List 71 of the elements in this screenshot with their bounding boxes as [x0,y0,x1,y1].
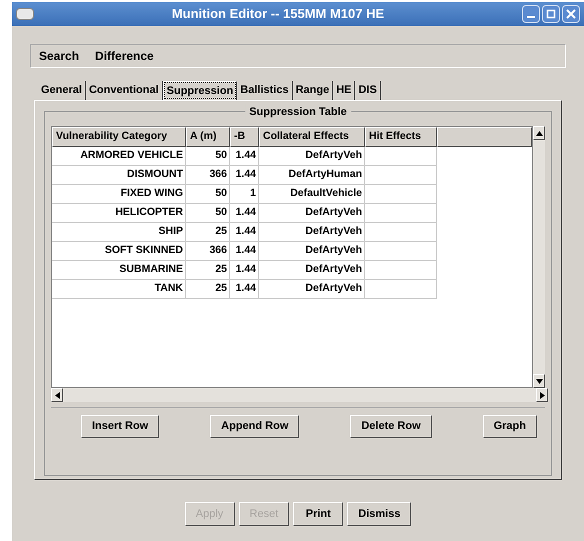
horizontal-scrollbar[interactable] [51,388,548,402]
table-cell: ARMORED VEHICLE [52,147,186,166]
table-cell: SOFT SKINNED [52,242,186,261]
maximize-icon[interactable] [542,5,560,23]
menu-item[interactable]: Difference [95,47,154,65]
window-title: Munition Editor -- 155MM M107 HE [170,5,386,24]
table-button[interactable]: Graph [482,415,537,438]
tab[interactable]: Suppression [162,81,238,100]
table-cell: 366 [186,166,230,185]
table-cell [365,242,437,261]
table-cell: DefArtyVeh [259,280,365,299]
table-cell: 1.44 [230,280,259,299]
table-cell: 25 [186,261,230,280]
tab[interactable]: Ballistics [237,81,293,100]
tab[interactable]: HE [333,81,356,100]
table-cell: TANK [52,280,186,299]
scroll-right-icon[interactable] [536,388,548,402]
table-cell: DefArtyVeh [259,261,365,280]
table-cell [365,261,437,280]
table-cell: 1.44 [230,147,259,166]
column-header[interactable]: -B [230,127,259,147]
dialog-button[interactable]: Print [293,502,344,526]
minimize-icon[interactable] [522,5,540,23]
scroll-down-icon[interactable] [533,374,545,388]
table-cell [365,223,437,242]
table-cell [365,280,437,299]
table-cell [365,166,437,185]
table-cell [365,147,437,166]
table-cell: DefaultVehicle [259,185,365,204]
tab[interactable]: DIS [355,81,381,100]
scroll-up-icon[interactable] [533,126,545,140]
table-button[interactable]: Insert Row [81,415,160,438]
group-title: Suppression Table [245,104,351,120]
window-menu-icon[interactable] [16,8,34,20]
table-cell [365,204,437,223]
table-cell: 1.44 [230,242,259,261]
table-cell: 50 [186,147,230,166]
table-cell: DefArtyVeh [259,147,365,166]
tab[interactable]: General [38,81,86,100]
table-cell: FIXED WING [52,185,186,204]
table-cell: DefArtyVeh [259,223,365,242]
menu-item[interactable]: Search [39,47,80,65]
vertical-scrollbar[interactable] [533,126,545,388]
table-cell: HELICOPTER [52,204,186,223]
close-icon[interactable] [562,5,580,23]
table-cell: 1.44 [230,204,259,223]
column-header[interactable]: A (m) [186,127,230,147]
table-cell: SHIP [52,223,186,242]
table-cell: 1.44 [230,166,259,185]
table-cell: DISMOUNT [52,166,186,185]
table-cell: DefArtyVeh [259,242,365,261]
table-cell: 366 [186,242,230,261]
table-cell: 1 [230,185,259,204]
table-cell: 25 [186,223,230,242]
column-header[interactable]: Collateral Effects [259,127,365,147]
tab[interactable]: Range [292,81,334,100]
table-cell: SUBMARINE [52,261,186,280]
table-cell: DefArtyHuman [259,166,365,185]
table-button[interactable]: Append Row [210,415,300,438]
column-header[interactable]: Hit Effects [365,127,437,147]
table-cell: 25 [186,280,230,299]
table-button[interactable]: Delete Row [350,415,432,438]
table-cell: DefArtyVeh [259,204,365,223]
table-cell [365,185,437,204]
table-cell: 50 [186,204,230,223]
table-cell: 1.44 [230,261,259,280]
column-header[interactable]: Vulnerability Category [52,127,186,147]
table-cell: 50 [186,185,230,204]
dialog-button[interactable]: Dismiss [347,502,412,526]
table-cell: 1.44 [230,223,259,242]
scroll-left-icon[interactable] [51,388,63,402]
